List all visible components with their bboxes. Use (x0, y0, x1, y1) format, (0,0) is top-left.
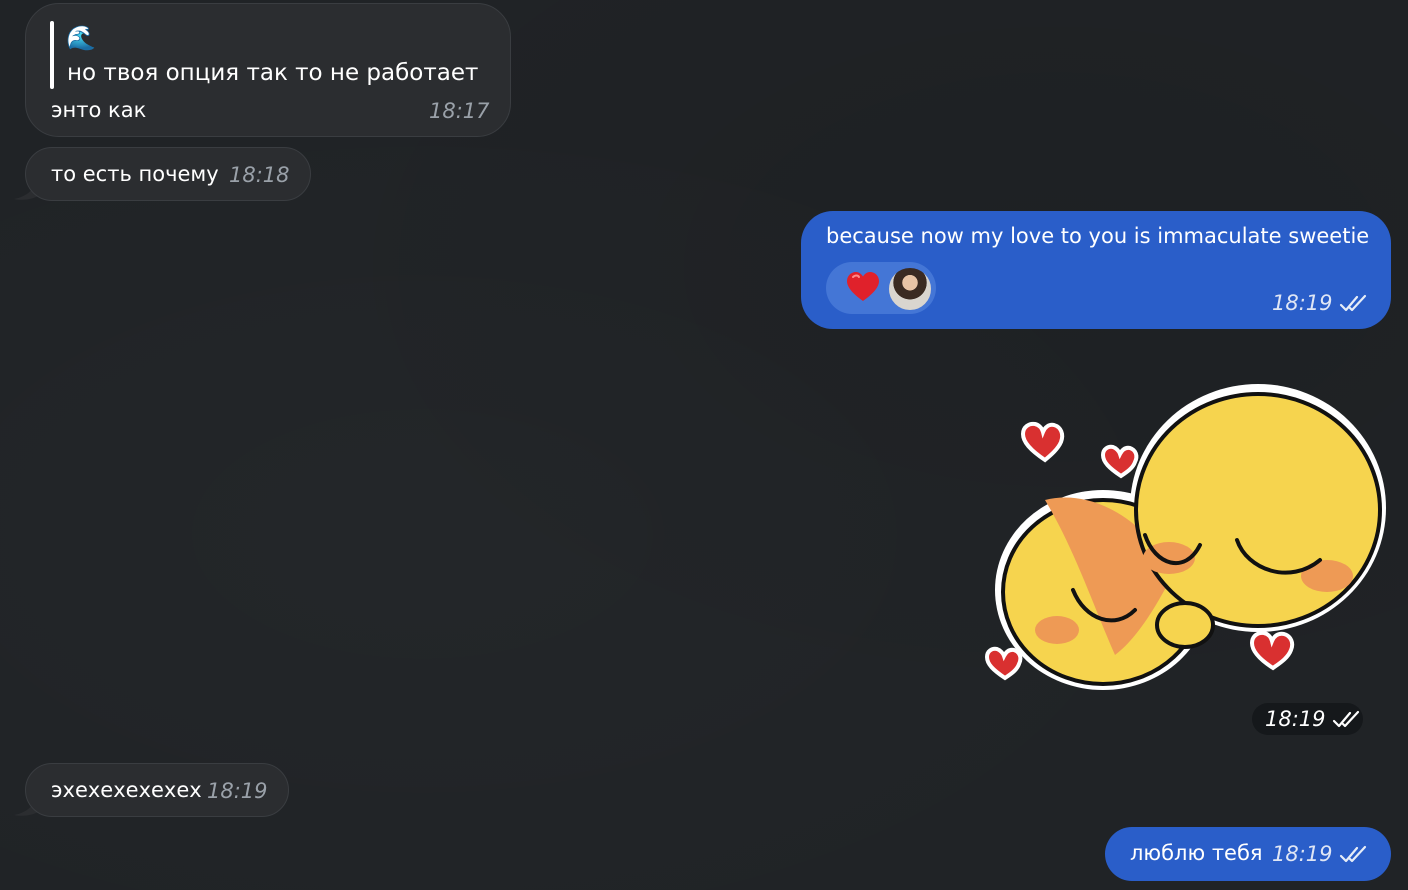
message-text: люблю тебя (1130, 841, 1263, 865)
message-text: то есть почему (51, 162, 219, 186)
time-text: 18:19 (1272, 842, 1333, 866)
sticker-timestamp-pill: 18:19 (1252, 703, 1363, 735)
message-timestamp: 18:19 (1272, 841, 1369, 867)
time-text: 18:19 (1272, 291, 1333, 315)
heart-icon (847, 272, 879, 301)
incoming-message-with-quote[interactable]: 🌊 но твоя опция так то не работает энто … (25, 3, 511, 137)
reaction-chip[interactable] (826, 262, 936, 314)
double-check-icon (1340, 294, 1367, 312)
quoted-text[interactable]: но твоя опция так то не работает (67, 59, 478, 87)
outgoing-message[interactable]: because now my love to you is immaculate… (801, 211, 1391, 329)
incoming-message[interactable]: то есть почему 18:18 (25, 147, 311, 201)
message-timestamp: 18:19 (207, 779, 268, 803)
message-timestamp: 18:18 (229, 163, 290, 187)
message-timestamp: 18:19 (1265, 705, 1362, 733)
message-text: эхехехехехех (51, 778, 202, 802)
wave-emoji-icon: 🌊 (66, 24, 96, 52)
quote-bar (50, 21, 54, 89)
double-check-icon (1333, 710, 1360, 728)
message-text: because now my love to you is immaculate… (826, 224, 1370, 248)
message-timestamp: 18:17 (429, 99, 490, 123)
message-timestamp: 18:19 (1272, 290, 1369, 316)
double-check-icon (1340, 845, 1367, 863)
hugging-emoji-sticker[interactable] (975, 380, 1395, 700)
incoming-message[interactable]: эхехехехехех 18:19 (25, 763, 289, 817)
outgoing-message[interactable]: люблю тебя 18:19 (1105, 827, 1391, 881)
time-text: 18:19 (1265, 707, 1326, 731)
message-text: энто как (51, 98, 147, 122)
reactor-avatar[interactable] (887, 266, 933, 312)
